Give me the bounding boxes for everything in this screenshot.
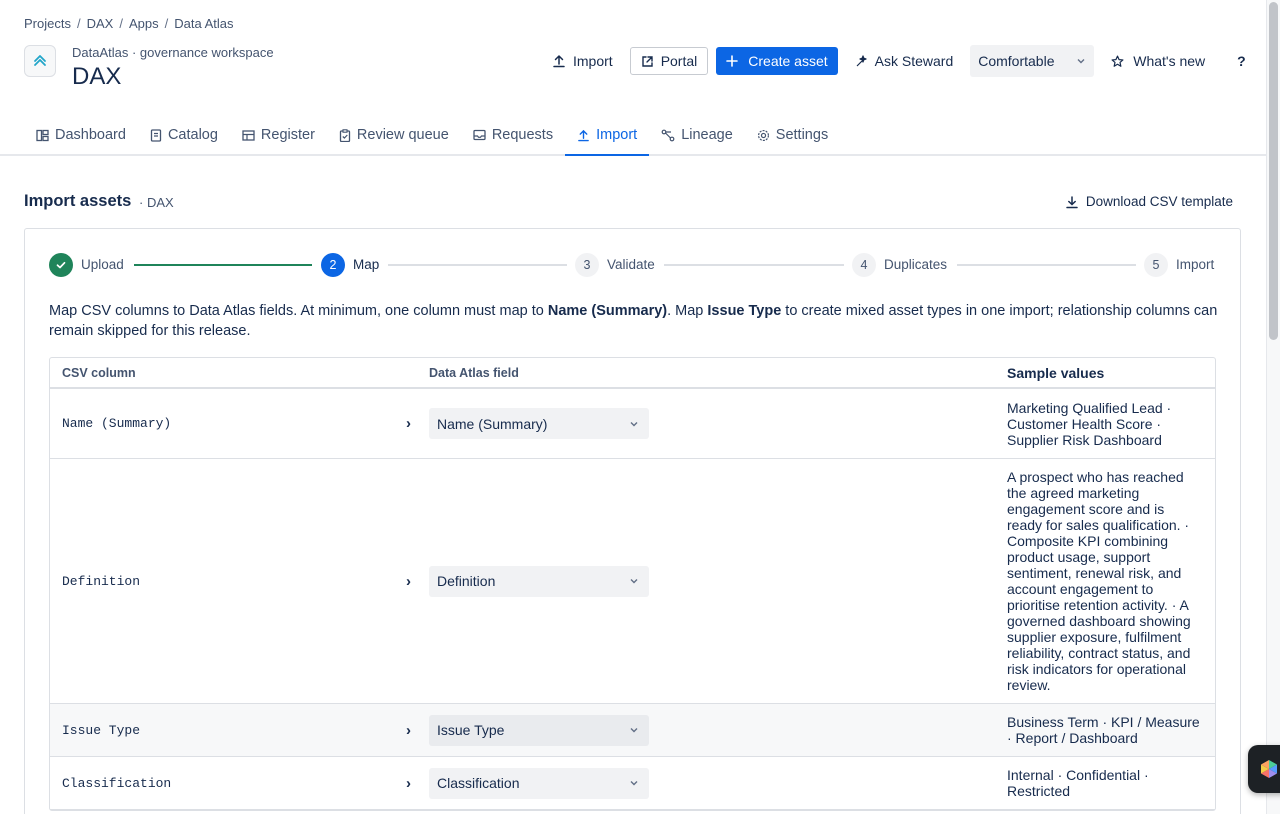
table-row: Name (Summary) › Name (Summary) Marketin… — [50, 389, 1215, 459]
header-sample-values: Sample values — [1007, 364, 1105, 381]
gear-icon — [757, 129, 769, 142]
table-row: Issue Type › Issue Type Business Term · … — [50, 704, 1215, 757]
plus-icon — [726, 55, 739, 67]
csv-column-name: Classification — [62, 775, 172, 791]
header-actions: Import Portal Create asset Ask Steward C… — [543, 45, 1255, 77]
step-connector — [664, 264, 844, 266]
step-connector — [134, 264, 312, 266]
ask-steward-button[interactable]: Ask Steward — [846, 47, 963, 75]
step-upload-done-icon — [49, 253, 73, 277]
sample-values: Business Term · KPI / Measure · Report /… — [1007, 714, 1200, 746]
density-select[interactable]: Comfortable — [970, 45, 1095, 77]
table-row: Definition › Definition A prospect who h… — [50, 459, 1215, 704]
chevron-down-icon — [630, 421, 638, 426]
tab-requests[interactable]: Requests — [461, 118, 565, 156]
tab-lineage[interactable]: Lineage — [649, 118, 745, 156]
step-label-validate: Validate — [607, 257, 655, 272]
column-mapping-table: CSV column Data Atlas field Sample value… — [49, 357, 1216, 811]
upload-icon — [578, 129, 589, 142]
create-asset-button[interactable]: Create asset — [716, 47, 838, 75]
chevron-right-icon: › — [406, 774, 411, 792]
tab-dashboard[interactable]: Dashboard — [24, 118, 138, 156]
chevron-down-icon — [630, 579, 638, 584]
step-number-map: 2 — [321, 253, 345, 277]
main-tabs: Dashboard Catalog Register Review queue … — [24, 118, 840, 156]
field-select[interactable]: Issue Type — [429, 714, 649, 746]
table-header: CSV column Data Atlas field Sample value… — [50, 358, 1215, 389]
chevron-down-icon — [630, 728, 638, 733]
header-csv-column: CSV column — [62, 365, 136, 380]
download-icon — [1066, 195, 1078, 208]
page-title: DAX — [72, 63, 122, 90]
field-select[interactable]: Classification — [429, 767, 649, 799]
tab-register[interactable]: Register — [230, 118, 327, 156]
step-connector — [957, 264, 1136, 266]
mapping-instructions: Map CSV columns to Data Atlas fields. At… — [49, 303, 1218, 339]
breadcrumb-data-atlas[interactable]: Data Atlas — [174, 16, 233, 31]
upload-icon — [553, 54, 565, 68]
csv-column-name: Definition — [62, 573, 141, 589]
field-select[interactable]: Name (Summary) — [429, 408, 649, 439]
scrollbar-thumb[interactable] — [1269, 2, 1278, 340]
page-scrollbar[interactable] — [1266, 0, 1280, 814]
step-number-duplicates: 4 — [852, 253, 876, 277]
tab-review-queue[interactable]: Review queue — [327, 118, 461, 156]
step-number-validate: 3 — [575, 253, 599, 277]
assistant-launcher-button[interactable] — [1248, 745, 1280, 793]
import-button[interactable]: Import — [543, 47, 622, 75]
breadcrumb-apps[interactable]: Apps — [129, 16, 159, 31]
sample-values: A prospect who has reached the agreed ma… — [1007, 469, 1191, 693]
section-project-label: · DAX — [139, 195, 174, 210]
chevron-down-icon — [630, 781, 638, 786]
breadcrumb-projects[interactable]: Projects — [24, 16, 71, 31]
workspace-subtitle: DataAtlas · governance workspace — [72, 45, 274, 60]
lineage-icon — [661, 129, 675, 142]
star-icon — [1111, 55, 1124, 67]
tab-catalog[interactable]: Catalog — [138, 118, 230, 156]
sparkle-icon — [856, 54, 867, 66]
chevron-right-icon: › — [406, 415, 411, 432]
whats-new-button[interactable]: What's new — [1102, 47, 1214, 75]
step-number-import: 5 — [1144, 253, 1168, 277]
sample-values: Marketing Qualified Lead · Customer Heal… — [1007, 400, 1172, 448]
step-label-upload: Upload — [81, 257, 124, 272]
import-stepper: Upload 2 Map 3 Validate 4 Duplicates 5 I… — [49, 253, 1217, 277]
chevron-right-icon: › — [406, 721, 411, 739]
tab-import[interactable]: Import — [565, 118, 650, 156]
step-label-map: Map — [353, 257, 380, 272]
clipboard-icon — [339, 129, 351, 142]
section-title: Import assets — [24, 192, 132, 210]
tab-settings[interactable]: Settings — [745, 118, 840, 156]
step-label-import: Import — [1176, 257, 1215, 272]
register-icon — [242, 130, 255, 141]
csv-column-name: Name (Summary) — [62, 416, 172, 431]
help-button[interactable]: ? — [1228, 47, 1255, 75]
catalog-icon — [150, 129, 162, 142]
import-wizard-card: Upload 2 Map 3 Validate 4 Duplicates 5 I… — [24, 228, 1241, 814]
assistant-logo-icon — [1261, 760, 1277, 778]
header-data-atlas-field: Data Atlas field — [429, 365, 519, 380]
chevron-right-icon: › — [406, 572, 411, 590]
breadcrumb-dax[interactable]: DAX — [87, 16, 114, 31]
chevron-down-icon — [1077, 59, 1085, 64]
download-csv-template-button[interactable]: Download CSV template — [1065, 194, 1233, 209]
table-row: Classification › Classification Internal… — [50, 757, 1215, 810]
step-connector — [388, 264, 567, 266]
field-select[interactable]: Definition — [429, 565, 649, 597]
csv-column-name: Issue Type — [62, 722, 141, 738]
breadcrumb: Projects / DAX / Apps / Data Atlas — [24, 16, 234, 31]
inbox-icon — [473, 129, 486, 141]
page-header: Projects / DAX / Apps / Data Atlas DataA… — [0, 0, 1266, 156]
sample-values: Internal · Confidential · Restricted — [1007, 767, 1149, 799]
external-link-icon — [641, 55, 653, 67]
dashboard-icon — [36, 129, 49, 142]
step-label-duplicates: Duplicates — [884, 257, 948, 272]
portal-button[interactable]: Portal — [629, 47, 709, 75]
app-logo-icon — [24, 45, 56, 77]
